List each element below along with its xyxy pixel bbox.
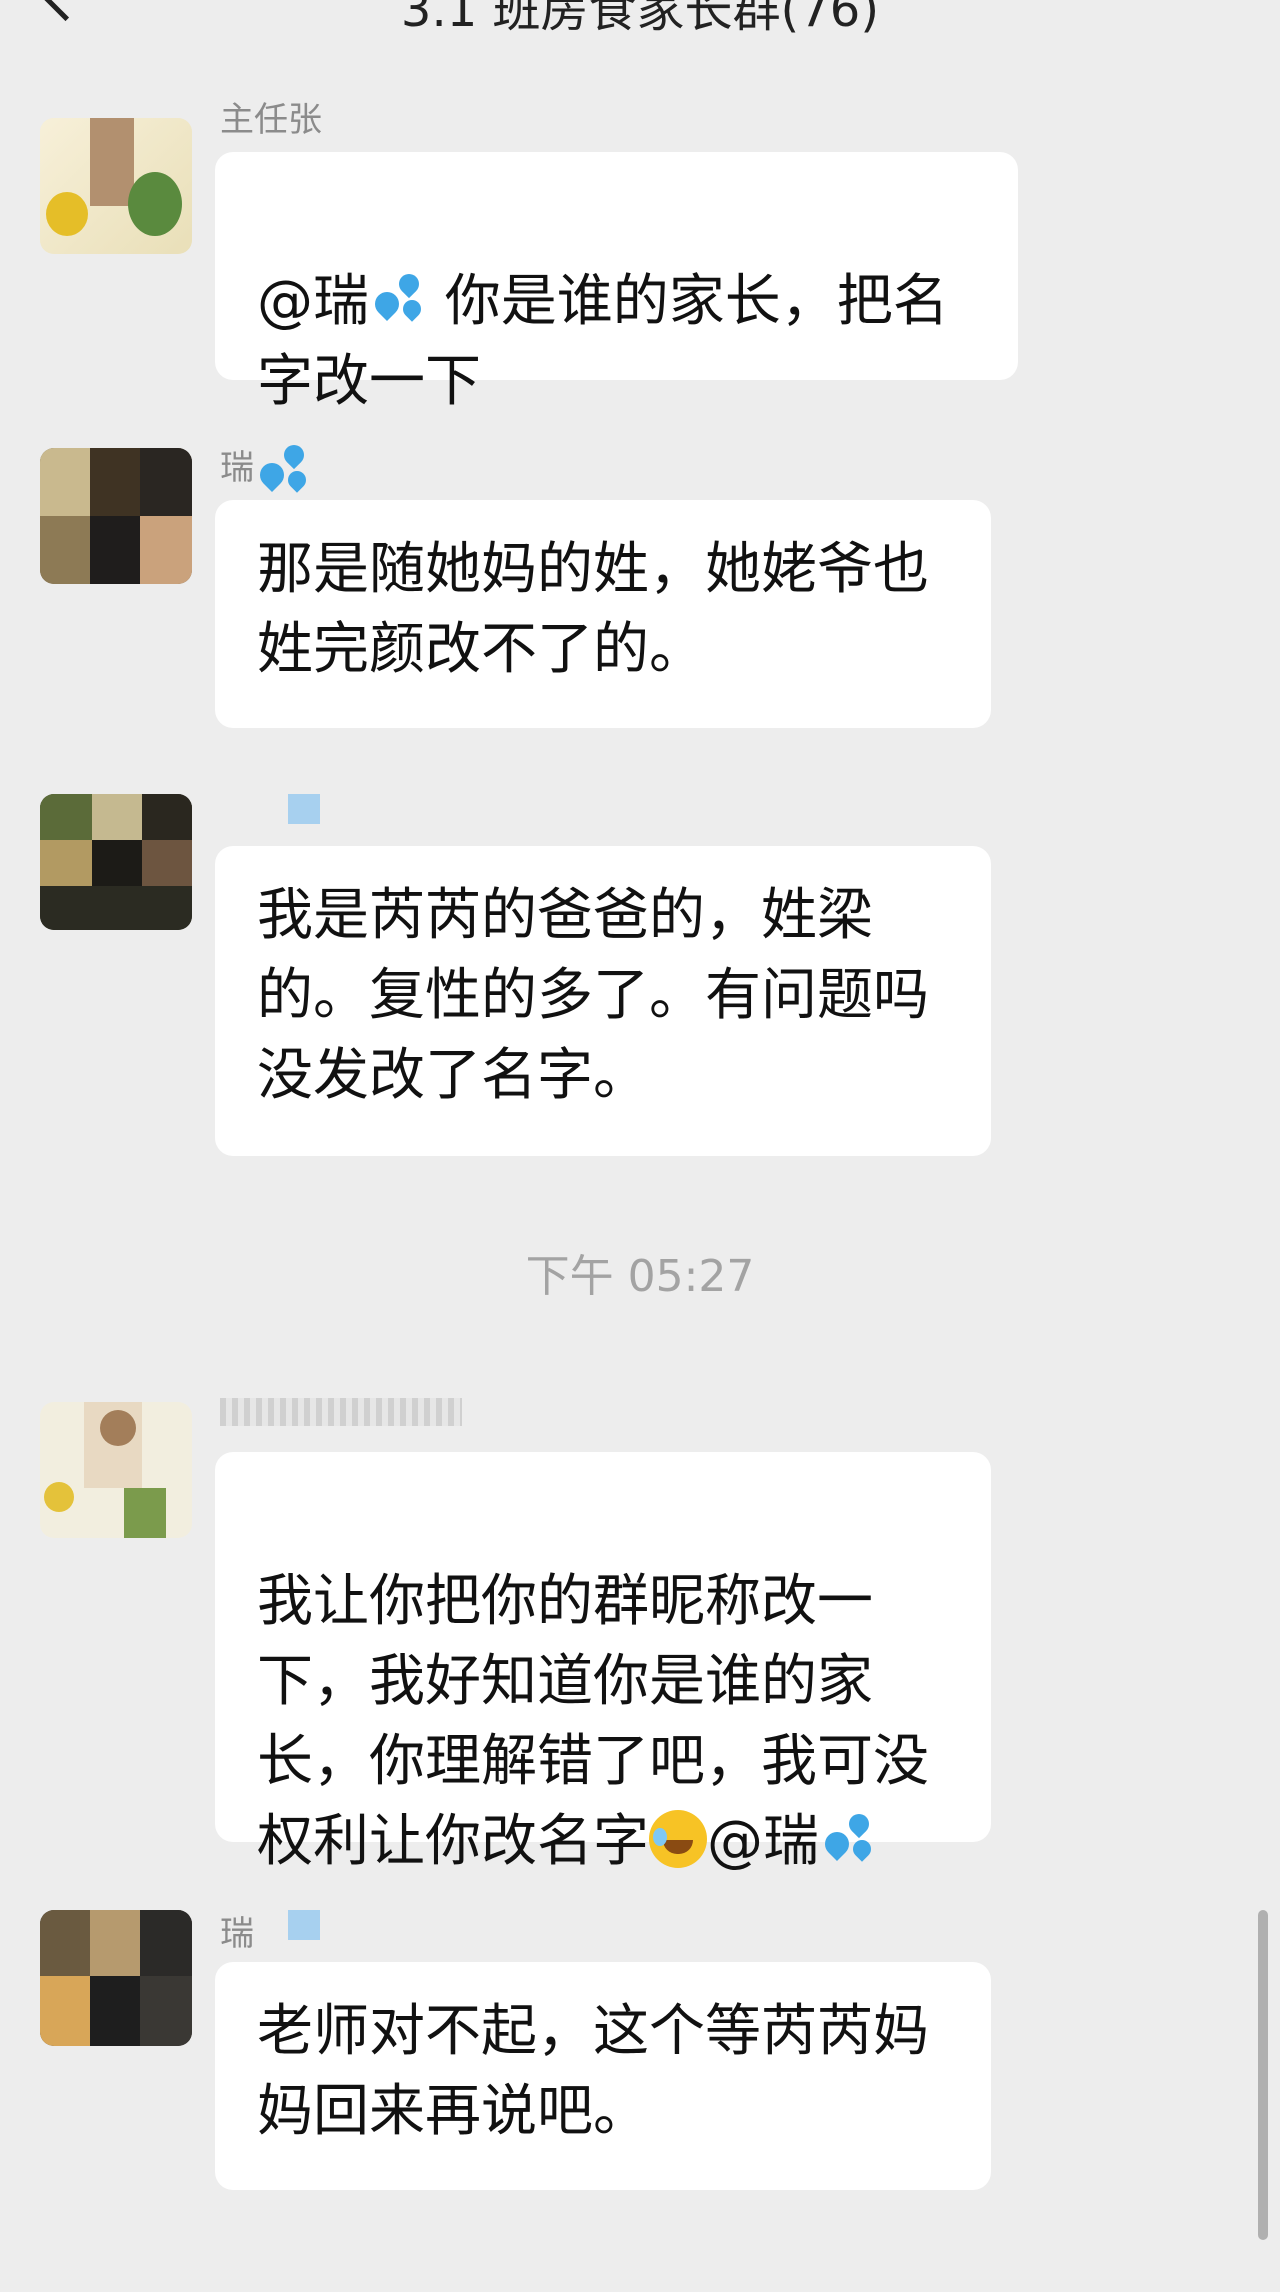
mention-text: @瑞 — [257, 269, 369, 334]
avatar-placeholder — [288, 1910, 320, 1940]
message-bubble[interactable]: @瑞 你是谁的家长，把名 字改一下 — [215, 152, 1018, 414]
sweat-droplets-emoji — [819, 1809, 877, 1866]
sender-name-redacted — [220, 1398, 462, 1426]
scrollbar[interactable] — [1258, 1910, 1268, 2240]
timestamp: 下午 05:27 — [525, 1251, 755, 1302]
avatar[interactable] — [40, 1910, 192, 2046]
avatar[interactable] — [40, 118, 192, 254]
avatar[interactable] — [40, 794, 192, 930]
sweat-droplets-emoji — [369, 269, 427, 326]
avatar[interactable] — [40, 448, 192, 584]
sweat-smile-emoji — [649, 1810, 707, 1868]
sweat-droplets-emoji — [254, 440, 310, 493]
message-bubble[interactable]: 那是随她妈的姓，她姥爷也 姓完颜改不了的。 — [215, 500, 991, 728]
message-bubble[interactable]: 老师对不起，这个等芮芮妈 妈回来再说吧。 — [215, 1962, 991, 2190]
message-bubble[interactable]: 我让你把你的群昵称改一 下，我好知道你是谁的家 长，你理解错了吧，我可没 权利让… — [215, 1452, 991, 1874]
avatar-placeholder — [288, 794, 320, 824]
avatar[interactable] — [40, 1402, 192, 1538]
sender-name: 瑞 — [220, 440, 310, 493]
sender-name: 主任张 — [220, 100, 322, 140]
sender-name: 瑞 — [220, 1914, 254, 1954]
mention-text: @瑞 — [707, 1809, 819, 1874]
chat-title: 3.1 班房食家长群(76) — [400, 0, 880, 38]
message-bubble[interactable]: 我是芮芮的爸爸的，姓梁 的。复性的多了。有问题吗 没发改了名字。 — [215, 846, 991, 1156]
chat-header: 3.1 班房食家长群(76) — [0, 0, 1280, 60]
